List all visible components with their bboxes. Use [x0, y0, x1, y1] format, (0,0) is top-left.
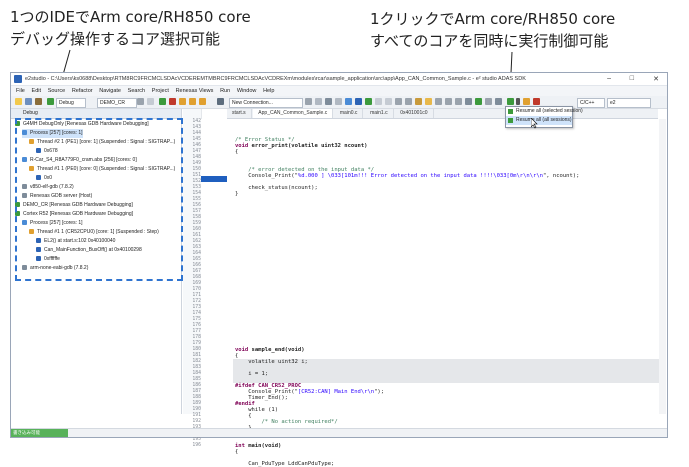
resume-menu-item-selected[interactable]: Resume all (all sessions)	[506, 116, 572, 125]
export-icon[interactable]	[435, 98, 442, 105]
annotation-one-click: 1クリックでArm core/RH850 core すべてのコアを同時に実行制御…	[370, 8, 615, 52]
code-line: check_status(ncount);	[235, 185, 318, 191]
wrench-icon[interactable]	[465, 98, 472, 105]
terminate-icon[interactable]	[533, 98, 540, 105]
gear-icon[interactable]	[305, 98, 312, 105]
menu-window[interactable]: Window	[237, 86, 257, 96]
code-line: Can_PduType LddCanPduType;	[235, 461, 335, 467]
suspend-icon[interactable]	[523, 98, 530, 105]
menu-file[interactable]: File	[16, 86, 25, 96]
code-line: i = 1;	[235, 371, 269, 377]
resume-menu-item[interactable]: Resume all (selected session)	[506, 107, 583, 116]
launch-config-select[interactable]: DEMO_CR	[97, 98, 137, 108]
bug-icon[interactable]	[365, 98, 372, 105]
window-title: e2studio - C:\Users\ks0688\Desktop\RTM8R…	[25, 76, 526, 82]
menu-renesas-views[interactable]: Renesas Views	[176, 86, 214, 96]
link-icon[interactable]	[325, 98, 332, 105]
annotation-line: デバッグ操作するコア選択可能	[10, 30, 221, 48]
debug-icon[interactable]	[47, 98, 54, 105]
annotation-core-select: 1つのIDEでArm core/RH850 core デバッグ操作するコア選択可…	[10, 6, 251, 50]
gear-icon[interactable]	[137, 98, 144, 105]
menu-run[interactable]: Run	[220, 86, 230, 96]
menu-source[interactable]: Source	[48, 86, 65, 96]
resume-icon	[508, 118, 513, 123]
quick-access-field[interactable]: e2	[607, 98, 651, 108]
filter-icon[interactable]	[315, 98, 322, 105]
dash-icon[interactable]	[495, 98, 502, 105]
code-line: }	[235, 191, 239, 197]
menu-project[interactable]: Project	[152, 86, 169, 96]
resume-all-menu: Resume all (selected session) Resume all…	[505, 106, 583, 128]
editor-scrollbar[interactable]	[659, 119, 666, 414]
code-line: void error_print(volatile uint32 ncount)	[235, 143, 368, 149]
minimize-button[interactable]: –	[607, 75, 611, 82]
step-icon[interactable]	[179, 98, 186, 105]
annotation-line: 1つのIDEでArm core/RH850 core	[10, 8, 251, 26]
annotation-line: すべてのコアを同時に実行制御可能	[370, 32, 609, 50]
code-line: int main(void)	[235, 443, 282, 449]
connection-select[interactable]: New Connection...	[229, 98, 303, 108]
stop-icon[interactable]	[169, 98, 176, 105]
terminal-icon[interactable]	[217, 98, 224, 105]
code-line: {	[235, 149, 239, 155]
code-line: void sample_end(void)	[235, 347, 305, 353]
mouse-cursor-icon	[531, 118, 538, 129]
tab-disassembly-address[interactable]: 0x401001c0	[395, 109, 434, 118]
debug-view-highlight-frame	[15, 118, 183, 281]
save-icon[interactable]	[25, 98, 32, 105]
status-text: 書き込み可能	[11, 429, 68, 437]
maximize-button[interactable]: □	[630, 75, 634, 82]
code-line: {	[235, 449, 239, 455]
annotation-line: 1クリックでArm core/RH850 core	[370, 10, 616, 28]
resume-all-icon[interactable]	[507, 98, 514, 105]
editor-tabs: start.s App_CAN_Common_Sample.c main0.c …	[227, 109, 658, 119]
tab-start-s[interactable]: start.s	[227, 109, 252, 118]
folder-icon[interactable]	[425, 98, 432, 105]
pin-icon[interactable]	[335, 98, 342, 105]
debug-button[interactable]: Debug	[56, 98, 86, 108]
code-line: volatile uint32 i;	[235, 359, 308, 365]
new-icon[interactable]	[15, 98, 22, 105]
refresh-icon[interactable]	[395, 98, 402, 105]
tab-main1[interactable]: main1.c	[365, 109, 394, 118]
clock-icon[interactable]	[485, 98, 492, 105]
chip-icon[interactable]	[355, 98, 362, 105]
run-icon[interactable]	[159, 98, 166, 105]
instruction-pointer-marker	[201, 176, 227, 182]
menu-help[interactable]: Help	[263, 86, 274, 96]
status-bar: 書き込み可能	[11, 428, 667, 437]
grid-icon[interactable]	[405, 98, 412, 105]
arrow-forward-icon[interactable]	[385, 98, 392, 105]
step-over-icon[interactable]	[189, 98, 196, 105]
search-icon[interactable]	[147, 98, 154, 105]
chart-icon[interactable]	[475, 98, 482, 105]
toggle-icon[interactable]	[455, 98, 462, 105]
build-icon[interactable]	[35, 98, 42, 105]
menu-edit[interactable]: Edit	[32, 86, 41, 96]
menu-refactor[interactable]: Refactor	[72, 86, 93, 96]
title-bar: e2studio - C:\Users\ks0688\Desktop\RTM8R…	[11, 73, 667, 86]
e2studio-icon	[14, 75, 22, 83]
menu-bar: File Edit Source Refactor Navigate Searc…	[11, 86, 667, 96]
marker-column	[201, 119, 227, 414]
chevron-down-icon[interactable]	[516, 98, 520, 105]
mem-icon[interactable]	[345, 98, 352, 105]
step-return-icon[interactable]	[199, 98, 206, 105]
menu-search[interactable]: Search	[128, 86, 145, 96]
close-button[interactable]: ✕	[653, 75, 659, 83]
tab-main0[interactable]: main0.c	[335, 109, 364, 118]
line-number: 196	[192, 443, 201, 448]
resume-icon	[508, 109, 513, 114]
code-line: Console_Print("%d.000 ] \033[101m!!! Err…	[235, 173, 580, 179]
import-icon[interactable]	[445, 98, 452, 105]
arrow-back-icon[interactable]	[375, 98, 382, 105]
tab-app-can-common-sample[interactable]: App_CAN_Common_Sample.c	[253, 109, 334, 118]
menu-navigate[interactable]: Navigate	[99, 86, 121, 96]
layers-icon[interactable]	[415, 98, 422, 105]
